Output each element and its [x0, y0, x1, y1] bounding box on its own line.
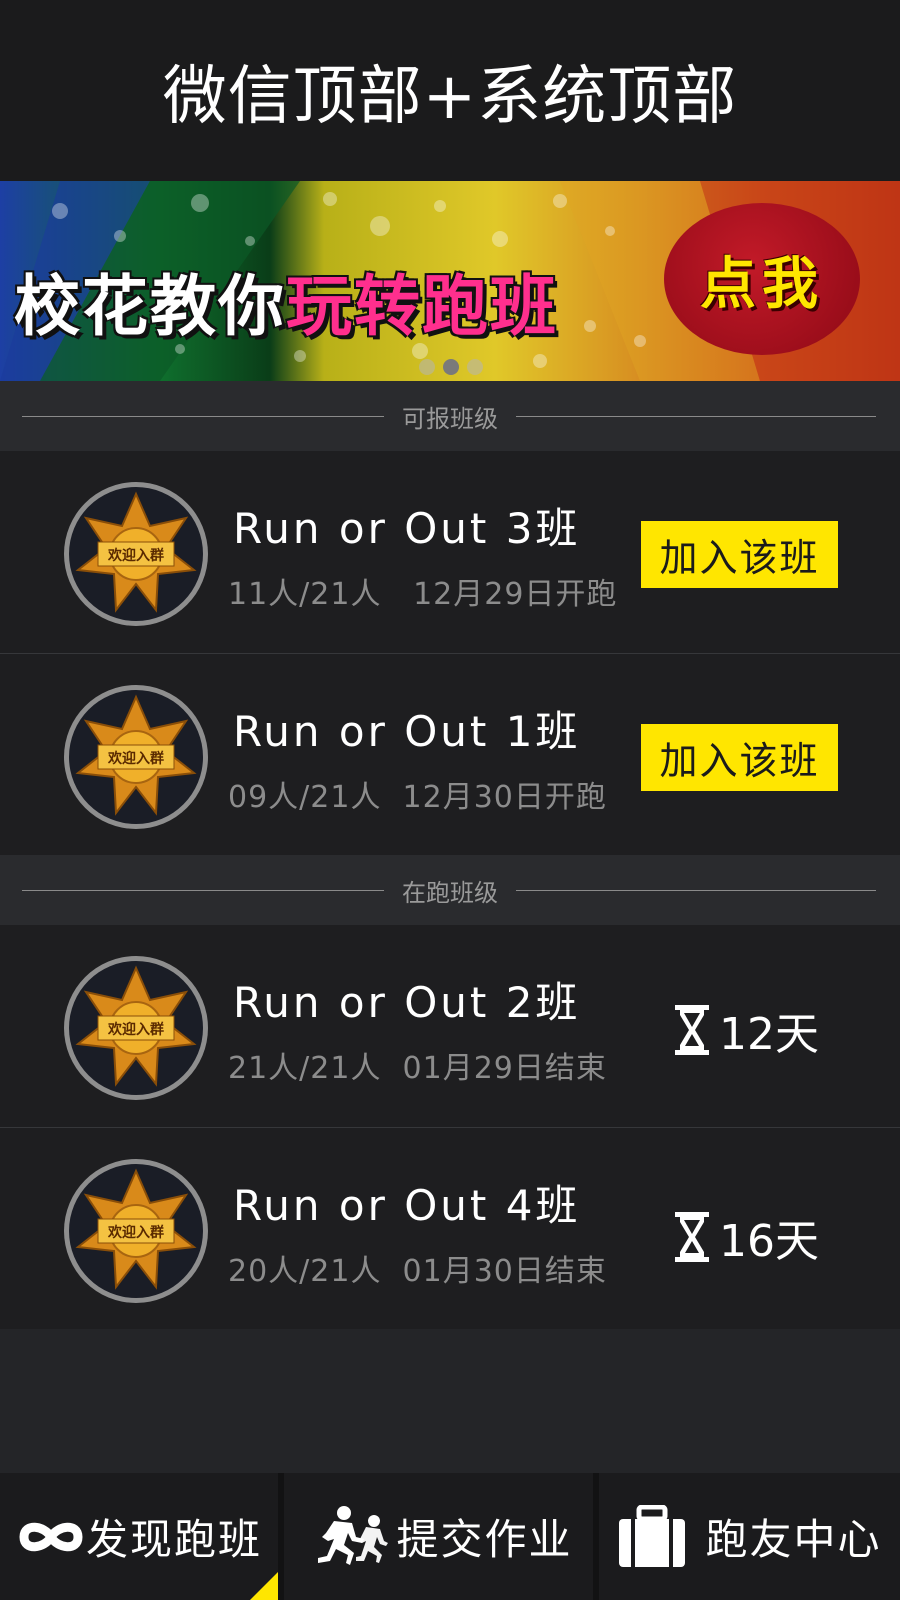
- tab-runner-center[interactable]: 跑友中心: [599, 1473, 900, 1600]
- class-row[interactable]: 欢迎入群 Run or Out 4班 20人/21人 01月30日结束 16天: [0, 1127, 900, 1329]
- empty-area: [0, 1330, 900, 1473]
- class-members: 11人/21人: [228, 577, 382, 612]
- class-date: 12月29日开跑: [413, 577, 618, 612]
- days-remaining: 12天: [673, 995, 819, 1065]
- class-meta: 09人/21人 12月30日开跑: [228, 772, 607, 816]
- carousel-dot-active[interactable]: [443, 359, 459, 375]
- hourglass-icon: [675, 1005, 709, 1055]
- class-date: 01月30日结束: [402, 1254, 607, 1289]
- class-row[interactable]: 欢迎入群 Run or Out 1班 09人/21人 12月30日开跑 加入该班: [0, 653, 900, 855]
- class-meta: 21人/21人 01月29日结束: [228, 1043, 607, 1087]
- join-class-button[interactable]: 加入该班: [641, 521, 838, 588]
- class-row[interactable]: 欢迎入群 Run or Out 3班 11人/21人 12月29日开跑 加入该班: [0, 451, 900, 653]
- active-tab-indicator: [250, 1572, 278, 1600]
- class-meta: 20人/21人 01月30日结束: [228, 1246, 607, 1290]
- tab-discover[interactable]: 发现跑班: [0, 1473, 278, 1600]
- page-title: 微信顶部+系统顶部: [162, 59, 738, 134]
- class-meta: 11人/21人 12月29日开跑: [228, 569, 617, 613]
- join-class-button[interactable]: 加入该班: [641, 724, 838, 791]
- class-name: Run or Out 1班: [233, 707, 581, 756]
- banner-headline: 校花教你玩转跑班: [14, 253, 558, 349]
- tab-label: 提交作业: [396, 1515, 573, 1564]
- class-name: Run or Out 4班: [233, 1181, 581, 1230]
- divider-line: [516, 416, 876, 417]
- sheriff-badge-icon: 欢迎入群: [64, 482, 208, 626]
- sheriff-badge-icon: 欢迎入群: [64, 685, 208, 829]
- tab-label: 发现跑班: [85, 1515, 262, 1564]
- tab-label: 跑友中心: [705, 1515, 882, 1564]
- badge-text: 欢迎入群: [107, 1021, 164, 1038]
- divider-line: [516, 890, 876, 891]
- class-members: 21人/21人: [228, 1051, 382, 1086]
- class-name: Run or Out 3班: [233, 504, 581, 553]
- badge-text: 欢迎入群: [107, 750, 164, 767]
- top-bar: 微信顶部+系统顶部: [0, 0, 900, 181]
- carousel-dot[interactable]: [419, 359, 435, 375]
- days-remaining: 16天: [673, 1202, 819, 1272]
- bottom-tab-bar: 发现跑班 提交作业 跑友中心: [0, 1473, 900, 1600]
- class-date: 12月30日开跑: [402, 780, 607, 815]
- class-members: 20人/21人: [228, 1254, 382, 1289]
- section-divider-running: 在跑班级: [0, 855, 900, 925]
- class-name: Run or Out 2班: [233, 978, 581, 1027]
- sheriff-badge-icon: 欢迎入群: [64, 956, 208, 1100]
- banner-cta-label: 点我: [700, 251, 824, 317]
- runners-icon: [318, 1505, 389, 1565]
- days-left-text: 16天: [719, 1216, 819, 1267]
- badge-text: 欢迎入群: [107, 1224, 164, 1241]
- carousel-dot[interactable]: [467, 359, 483, 375]
- class-date: 01月29日结束: [402, 1051, 607, 1086]
- days-left-text: 12天: [719, 1009, 819, 1060]
- hourglass-icon: [675, 1212, 709, 1262]
- class-row[interactable]: 欢迎入群 Run or Out 2班 21人/21人 01月29日结束 12天: [0, 925, 900, 1127]
- banner-cta-button[interactable]: 点我: [664, 203, 860, 355]
- briefcase-icon: [619, 1504, 686, 1567]
- banner-headline-white: 校花教你: [14, 268, 286, 345]
- tab-submit-homework[interactable]: 提交作业: [284, 1473, 593, 1600]
- class-members: 09人/21人: [228, 780, 382, 815]
- badge-text: 欢迎入群: [107, 547, 164, 564]
- section-divider-open: 可报班级: [0, 381, 900, 451]
- sheriff-badge-icon: 欢迎入群: [64, 1159, 208, 1303]
- infinity-icon: [19, 1522, 83, 1551]
- banner-headline-pink: 玩转跑班: [286, 268, 558, 345]
- promo-banner[interactable]: 校花教你玩转跑班 点我: [0, 181, 900, 381]
- carousel-dots: [419, 359, 483, 375]
